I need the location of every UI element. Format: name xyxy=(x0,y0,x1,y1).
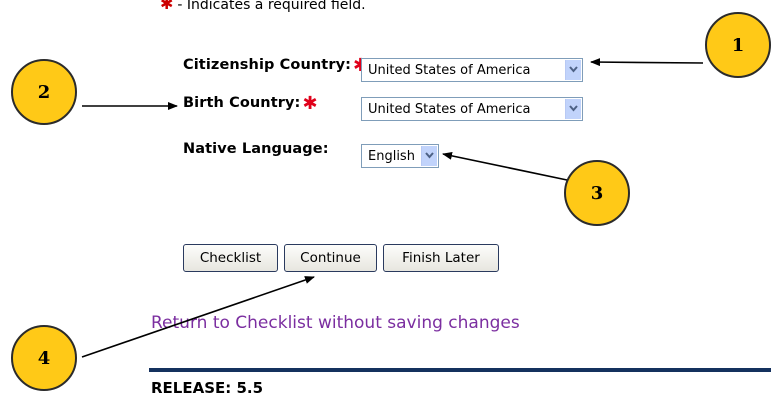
callout-1: 1 xyxy=(705,12,771,78)
callout-2: 2 xyxy=(11,59,77,125)
annotation-arrows xyxy=(81,58,704,358)
callout-3: 3 xyxy=(564,160,630,226)
callout-1-arrow xyxy=(590,58,704,67)
callout-3-arrow xyxy=(442,151,568,181)
callout-4: 4 xyxy=(11,325,77,391)
callout-4-arrow xyxy=(81,276,315,358)
